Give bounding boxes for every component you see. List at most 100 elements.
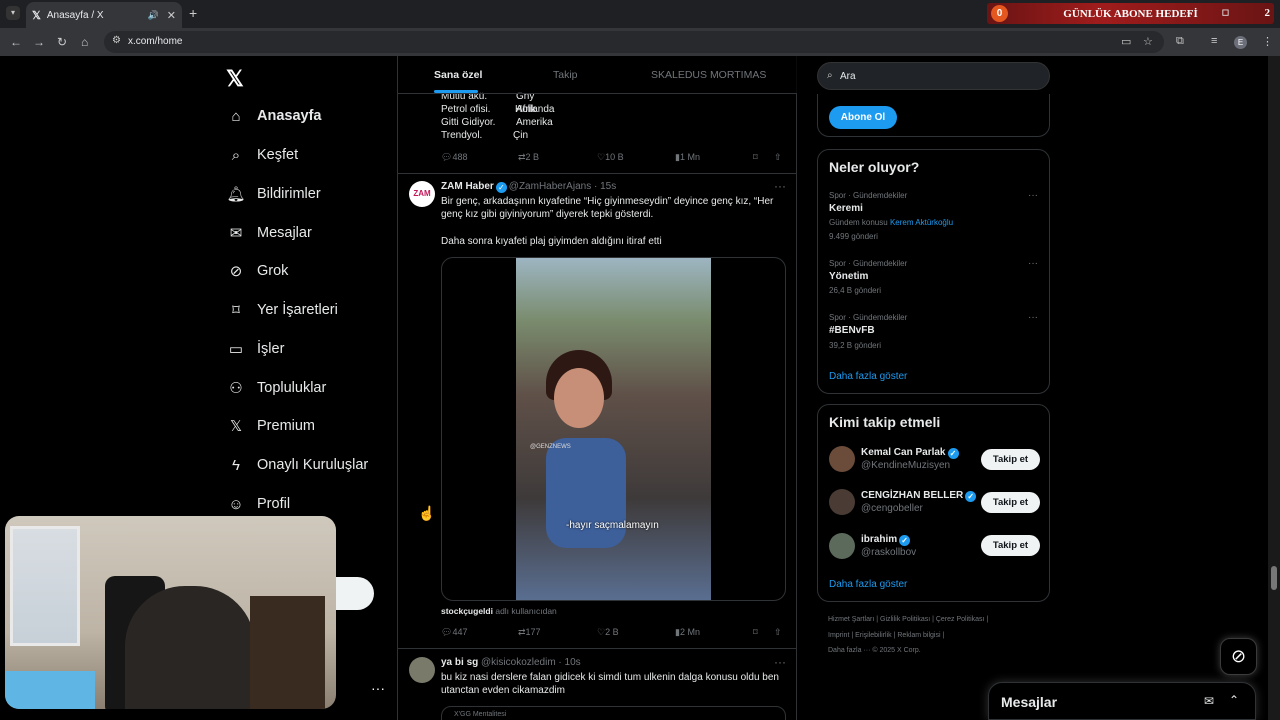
tab-for-you[interactable]: Sana özel <box>434 69 482 81</box>
follow-button[interactable]: Takip et <box>981 535 1040 556</box>
extensions-icon[interactable]: ⧉ <box>1176 35 1184 48</box>
lightning-icon: ϟ <box>232 456 240 474</box>
reading-list-icon[interactable]: ≡ <box>1211 35 1217 47</box>
reload-icon[interactable]: ↻ <box>57 35 67 49</box>
url-bar[interactable]: ⚙ x.com/home <box>104 31 1164 53</box>
avatar[interactable]: ZAM <box>409 181 435 207</box>
forward-icon[interactable]: → <box>33 35 45 49</box>
expand-icon[interactable]: ⌃ <box>1229 693 1239 707</box>
reply-button[interactable]: 💬︎ 447 <box>441 627 467 638</box>
sidebar-item-jobs[interactable]: ▭ İşler <box>226 334 285 364</box>
views-button[interactable]: ▮ 1 Mn <box>675 152 700 163</box>
menu-icon[interactable]: ⋮ <box>1262 35 1273 48</box>
more-options-icon[interactable]: ··· <box>774 655 786 669</box>
trend-more-icon[interactable]: ··· <box>1028 258 1038 269</box>
bookmark-button[interactable]: ⌑ <box>753 627 758 638</box>
author-name[interactable]: ya bi sg <box>441 657 478 668</box>
cast-icon[interactable]: ▭ <box>1121 35 1131 48</box>
browser-tab[interactable]: 𝕏 Anasayfa / X 🔊 ✕ <box>26 2 182 28</box>
sidebar-item-bookmarks[interactable]: ⌑ Yer İşaretleri <box>226 295 338 325</box>
trend-more-icon[interactable]: ··· <box>1028 312 1038 323</box>
messages-drawer[interactable]: Mesajlar ✉ ⌃ <box>988 682 1256 720</box>
who-show-more[interactable]: Daha fazla göster <box>829 579 907 590</box>
footer-links[interactable]: Hizmet Şartları | Gizlilik Politikası | … <box>828 616 988 623</box>
views-button[interactable]: ▮ 2 Mn <box>675 627 700 638</box>
share-button[interactable]: ⇧ <box>774 152 782 163</box>
scrollbar[interactable] <box>1268 56 1280 720</box>
sidebar-item-premium[interactable]: 𝕏 Premium <box>226 411 315 441</box>
avatar[interactable] <box>829 533 855 559</box>
avatar[interactable] <box>829 446 855 472</box>
follow-button[interactable]: Takip et <box>981 492 1040 513</box>
like-button[interactable]: ♡ 2 B <box>597 627 619 638</box>
account-more-icon[interactable]: ··· <box>371 680 385 696</box>
trend-more-icon[interactable]: ··· <box>1028 190 1038 201</box>
sidebar-item-communities[interactable]: ⚇ Topluluklar <box>226 373 326 403</box>
profile-avatar-icon[interactable]: E <box>1234 36 1247 49</box>
trend-name[interactable]: Yönetim <box>829 271 868 282</box>
user-handle[interactable]: @cengobeller <box>861 503 923 514</box>
user-name[interactable]: Kemal Can Parlak ✓ <box>861 447 961 459</box>
scrollbar-thumb[interactable] <box>1271 566 1277 590</box>
author-handle[interactable]: @ZamHaberAjans <box>509 181 591 192</box>
avatar[interactable] <box>409 657 435 683</box>
repost-button[interactable]: ⇄ 177 <box>518 627 541 638</box>
avatar[interactable] <box>829 489 855 515</box>
star-icon[interactable]: ☆ <box>1143 35 1153 48</box>
who-to-follow-box: Kimi takip etmeli Kemal Can Parlak ✓ @Ken… <box>817 404 1050 602</box>
mouse-cursor-icon: ☝ <box>418 505 436 521</box>
post1-line: Hollanda <box>515 104 555 115</box>
sidebar-item-verified-orgs[interactable]: ϟ Onaylı Kuruluşlar <box>226 450 368 480</box>
window-controls-icon[interactable]: – ◻ <box>1187 7 1243 18</box>
reply-button[interactable]: 💬︎ 488 <box>441 152 467 163</box>
post-time[interactable]: 10s <box>565 657 581 668</box>
share-button[interactable]: ⇧ <box>774 627 782 638</box>
tab-search-icon[interactable]: ▾ <box>6 6 20 20</box>
follow-button[interactable]: Takip et <box>981 449 1040 470</box>
footer-links[interactable]: Daha fazla ··· © 2025 X Corp. <box>828 647 921 654</box>
user-handle[interactable]: @raskollbov <box>861 547 916 558</box>
post-button[interactable] <box>336 577 374 610</box>
sidebar-item-messages[interactable]: ✉ Mesajlar <box>226 218 312 248</box>
user-name[interactable]: CENGİZHAN BELLER ✓ <box>861 490 978 502</box>
grok-button-icon[interactable]: ⊘ <box>1220 638 1257 675</box>
bookmark-button[interactable]: ⌑ <box>753 152 758 163</box>
search-input[interactable]: ⌕ Ara <box>817 62 1050 90</box>
close-tab-icon[interactable]: ✕ <box>167 9 176 22</box>
more-options-icon[interactable]: ··· <box>774 179 786 193</box>
user-handle[interactable]: @KendineMuzisyen <box>861 460 950 471</box>
tab-list[interactable]: SKALEDUS MORTIMAS <box>651 69 766 81</box>
back-icon[interactable]: ← <box>10 35 22 49</box>
url-text: x.com/home <box>128 36 183 47</box>
trend-name[interactable]: Keremi <box>829 203 863 214</box>
site-info-icon[interactable]: ⚙ <box>112 35 121 46</box>
author-name[interactable]: ZAM Haber <box>441 181 494 192</box>
post-time[interactable]: 15s <box>600 181 616 192</box>
trend-name[interactable]: #BENvFB <box>829 325 875 336</box>
tab-following[interactable]: Takip <box>553 69 578 81</box>
sidebar-item-explore[interactable]: ⌕ Keşfet <box>226 140 298 170</box>
webcam-window <box>10 526 80 646</box>
repost-button[interactable]: ⇄ 2 B <box>518 152 539 163</box>
footer-links[interactable]: Imprint | Erişilebilirlik | Reklam bilgi… <box>828 632 944 639</box>
new-message-icon[interactable]: ✉ <box>1204 694 1214 708</box>
post1-line: Amerika <box>516 117 553 128</box>
trends-show-more[interactable]: Daha fazla göster <box>829 371 907 382</box>
x-logo-icon[interactable]: 𝕏 <box>226 66 244 92</box>
source-user[interactable]: stockçugeldi <box>441 606 493 616</box>
home-button-icon[interactable]: ⌂ <box>81 35 88 49</box>
quoted-card[interactable]: X'GG Mentalitesi <box>441 706 786 720</box>
sidebar-item-profile[interactable]: ☺ Profil <box>226 489 290 519</box>
sidebar-item-notifications[interactable]: 🔔︎ Bildirimler <box>226 179 320 209</box>
post2-video[interactable]: @GENZNEWS -hayır saçmalamayın <box>441 257 786 601</box>
sidebar-item-grok[interactable]: ⊘ Grok <box>226 256 289 286</box>
sidebar-item-home[interactable]: ⌂ Anasayfa <box>226 101 321 131</box>
speaker-icon[interactable]: 🔊 <box>148 10 159 21</box>
trend-context-link[interactable]: Kerem Aktürkoğlu <box>890 218 953 227</box>
subscribe-button[interactable]: Abone Ol <box>829 106 897 129</box>
user-name[interactable]: ibrahim ✓ <box>861 534 912 546</box>
author-handle[interactable]: @kisicokozledim <box>481 657 556 668</box>
new-tab-button[interactable]: + <box>189 5 197 21</box>
like-button[interactable]: ♡ 10 B <box>597 152 624 163</box>
search-placeholder: Ara <box>840 71 856 82</box>
